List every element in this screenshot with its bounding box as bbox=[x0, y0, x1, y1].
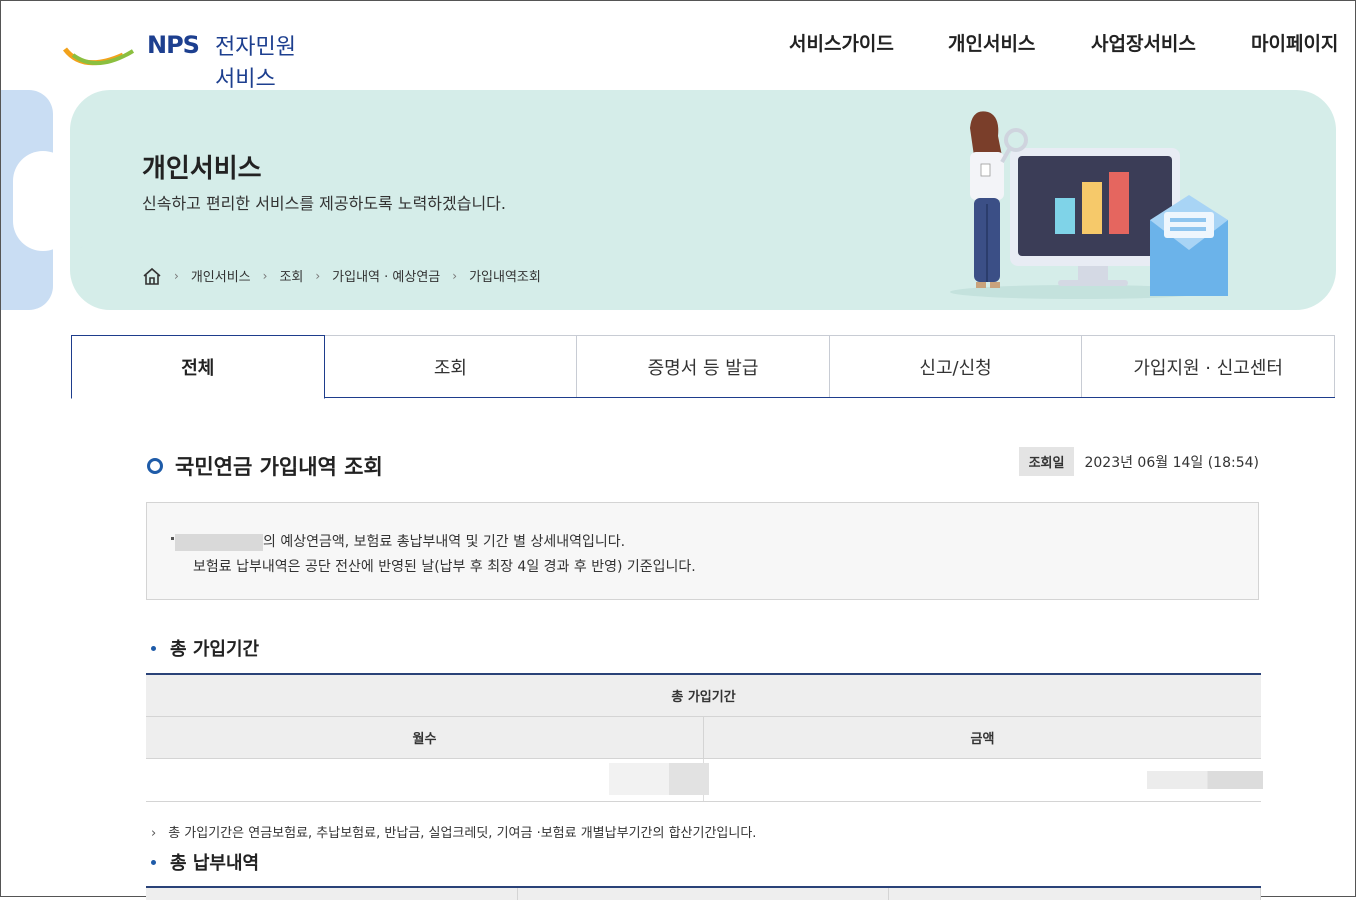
nav-personal-service[interactable]: 개인서비스 bbox=[948, 29, 1035, 56]
table-column bbox=[518, 888, 890, 900]
chevron-right-icon: › bbox=[174, 268, 179, 283]
page-title: 개인서비스 bbox=[142, 154, 262, 184]
category-tabs: 전체 조회 증명서 등 발급 신고/신청 가입지원 · 신고센터 bbox=[71, 335, 1335, 399]
breadcrumb-item-current: 가입내역조회 bbox=[469, 270, 541, 285]
circle-bullet-icon bbox=[147, 458, 163, 474]
section-title: 국민연금 가입내역 조회 bbox=[147, 451, 383, 481]
page-banner: 개인서비스 신속하고 편리한 서비스를 제공하도록 노력하겠습니다. › 개인서… bbox=[70, 90, 1336, 310]
page-description: 신속하고 편리한 서비스를 제공하도록 노력하겠습니다. bbox=[142, 194, 506, 213]
nps-logo[interactable]: NPS 전자민원서비스 bbox=[63, 23, 303, 92]
breadcrumb-item[interactable]: 가입내역 · 예상연금 bbox=[332, 266, 440, 285]
banner-illustration bbox=[950, 111, 1228, 299]
table-row bbox=[146, 759, 1263, 802]
date-label-badge: 조회일 bbox=[1018, 447, 1075, 476]
table-column bbox=[889, 888, 1262, 900]
breadcrumb-item[interactable]: 조회 bbox=[279, 266, 303, 285]
dot-bullet-icon bbox=[151, 859, 156, 865]
breadcrumb: › 개인서비스 › 조회 › 가입내역 · 예상연금 › 가입내역조회 bbox=[142, 266, 541, 285]
tab-report[interactable]: 신고/신청 bbox=[828, 335, 1083, 397]
nav-business-service[interactable]: 사업장서비스 bbox=[1091, 29, 1196, 56]
tab-inquiry[interactable]: 조회 bbox=[323, 335, 578, 397]
masked-months bbox=[609, 763, 709, 795]
masked-amount bbox=[1147, 771, 1263, 789]
chevron-right-icon: › bbox=[315, 268, 321, 283]
total-period-heading: 총 가입기간 bbox=[151, 635, 259, 661]
breadcrumb-item[interactable]: 개인서비스 bbox=[191, 266, 251, 285]
banner-left-notch bbox=[13, 151, 73, 251]
notice-line-1: 의 예상연금액, 보험료 총납부내역 및 기간 별 상세내역입니다. bbox=[175, 531, 626, 551]
chevron-right-icon: › bbox=[452, 268, 458, 283]
total-payment-table bbox=[146, 886, 1262, 900]
section-title-text: 국민연금 가입내역 조회 bbox=[175, 455, 383, 479]
total-payment-heading-text: 총 납부내역 bbox=[170, 853, 260, 874]
total-period-heading-text: 총 가입기간 bbox=[170, 639, 260, 660]
notice-box: 의 예상연금액, 보험료 총납부내역 및 기간 별 상세내역입니다. 보험료 납… bbox=[146, 502, 1259, 600]
total-period-table: 총 가입기간 월수 금액 bbox=[146, 673, 1263, 802]
tab-support-center[interactable]: 가입지원 · 신고센터 bbox=[1081, 335, 1335, 397]
logo-mark: NPS bbox=[147, 31, 200, 59]
table-header: 총 가입기간 bbox=[146, 675, 1261, 717]
nav-service-guide[interactable]: 서비스가이드 bbox=[789, 29, 894, 56]
notice-line-2: 보험료 납부내역은 공단 전산에 반영된 날(납부 후 최장 4일 경과 후 반… bbox=[193, 559, 696, 575]
inquiry-date: 조회일 2023년 06월 14일 (18:54) bbox=[1018, 447, 1259, 476]
tab-all[interactable]: 전체 bbox=[71, 335, 325, 399]
tab-certificate[interactable]: 증명서 등 발급 bbox=[576, 335, 830, 397]
col-months: 월수 bbox=[146, 717, 704, 758]
months-cell bbox=[146, 759, 709, 801]
chevron-right-icon: › bbox=[151, 826, 157, 841]
banner-notch bbox=[70, 152, 100, 248]
col-amount: 금액 bbox=[970, 732, 995, 747]
total-payment-heading: 총 납부내역 bbox=[151, 849, 259, 875]
logo-service-name: 전자민원서비스 bbox=[215, 35, 296, 92]
dot-bullet-icon bbox=[151, 645, 156, 651]
masked-name bbox=[175, 533, 263, 551]
home-icon[interactable] bbox=[142, 267, 162, 285]
footnote-text: 총 가입기간은 연금보험료, 추납보험료, 반납금, 실업크레딧, 기여금 ·보… bbox=[168, 826, 757, 841]
total-period-footnote: › 총 가입기간은 연금보험료, 추납보험료, 반납금, 실업크레딧, 기여금 ·… bbox=[151, 822, 756, 841]
logo-swoosh-icon bbox=[63, 47, 135, 66]
amount-cell bbox=[704, 759, 1263, 801]
table-column bbox=[146, 888, 518, 900]
bullet-icon bbox=[171, 537, 174, 540]
table-subheader: 월수 금액 bbox=[146, 717, 1261, 759]
site-header: NPS 전자민원서비스 서비스가이드 개인서비스 사업장서비스 마이페이지 bbox=[1, 1, 1356, 92]
chevron-right-icon: › bbox=[262, 268, 268, 283]
nav-mypage[interactable]: 마이페이지 bbox=[1251, 29, 1338, 56]
notice-line-1-text: 의 예상연금액, 보험료 총납부내역 및 기간 별 상세내역입니다. bbox=[263, 534, 626, 550]
date-value: 2023년 06월 14일 (18:54) bbox=[1084, 454, 1259, 471]
